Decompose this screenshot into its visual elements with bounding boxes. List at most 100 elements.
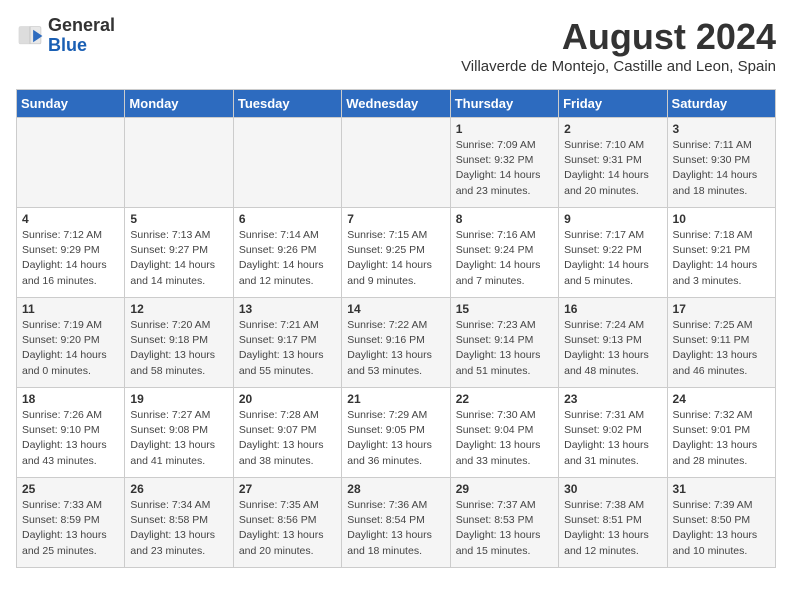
day-info: Sunrise: 7:16 AM Sunset: 9:24 PM Dayligh… — [456, 228, 553, 289]
day-number: 11 — [22, 302, 119, 316]
day-number: 15 — [456, 302, 553, 316]
day-info: Sunrise: 7:37 AM Sunset: 8:53 PM Dayligh… — [456, 498, 553, 559]
day-info: Sunrise: 7:28 AM Sunset: 9:07 PM Dayligh… — [239, 408, 336, 469]
day-info: Sunrise: 7:19 AM Sunset: 9:20 PM Dayligh… — [22, 318, 119, 379]
day-number: 16 — [564, 302, 661, 316]
calendar-cell — [125, 118, 233, 208]
day-number: 24 — [673, 392, 770, 406]
calendar-cell: 4Sunrise: 7:12 AM Sunset: 9:29 PM Daylig… — [17, 208, 125, 298]
day-info: Sunrise: 7:25 AM Sunset: 9:11 PM Dayligh… — [673, 318, 770, 379]
calendar-cell — [17, 118, 125, 208]
day-number: 28 — [347, 482, 444, 496]
days-of-week-row: SundayMondayTuesdayWednesdayThursdayFrid… — [17, 90, 776, 118]
calendar-cell: 3 Sunrise: 7:11 AM Sunset: 9:30 PM Daylig… — [667, 118, 775, 208]
calendar-cell: 19 Sunrise: 7:27 AM Sunset: 9:08 PM Dayli… — [125, 388, 233, 478]
day-number: 10 — [673, 212, 770, 226]
week-row-4: 18 Sunrise: 7:26 AM Sunset: 9:10 PM Dayli… — [17, 388, 776, 478]
day-number: 12 — [130, 302, 227, 316]
day-number: 21 — [347, 392, 444, 406]
day-info: Sunrise: 7:23 AM Sunset: 9:14 PM Dayligh… — [456, 318, 553, 379]
page-header: General Blue August 2024 Villaverde de M… — [16, 16, 776, 85]
day-info: Sunrise: 7:34 AM Sunset: 8:58 PM Dayligh… — [130, 498, 227, 559]
day-info: Sunrise: 7:11 AM Sunset: 9:30 PM Dayligh… — [673, 138, 770, 199]
day-number: 13 — [239, 302, 336, 316]
day-header-monday: Monday — [125, 90, 233, 118]
day-info: Sunrise: 7:36 AM Sunset: 8:54 PM Dayligh… — [347, 498, 444, 559]
logo-text: General Blue — [48, 16, 115, 56]
logo-blue: Blue — [48, 35, 87, 55]
day-number: 2 — [564, 122, 661, 136]
day-info: Sunrise: 7:22 AM Sunset: 9:16 PM Dayligh… — [347, 318, 444, 379]
day-number: 26 — [130, 482, 227, 496]
day-number: 19 — [130, 392, 227, 406]
day-info: Sunrise: 7:24 AM Sunset: 9:13 PM Dayligh… — [564, 318, 661, 379]
day-info: Sunrise: 7:38 AM Sunset: 8:51 PM Dayligh… — [564, 498, 661, 559]
day-info: Sunrise: 7:26 AM Sunset: 9:10 PM Dayligh… — [22, 408, 119, 469]
calendar-cell: 22 Sunrise: 7:30 AM Sunset: 9:04 PM Dayli… — [450, 388, 558, 478]
month-title: August 2024 — [461, 16, 776, 58]
calendar-cell: 12Sunrise: 7:20 AM Sunset: 9:18 PM Dayli… — [125, 298, 233, 388]
calendar-cell: 13 Sunrise: 7:21 AM Sunset: 9:17 PM Dayli… — [233, 298, 341, 388]
day-info: Sunrise: 7:27 AM Sunset: 9:08 PM Dayligh… — [130, 408, 227, 469]
calendar-cell: 2 Sunrise: 7:10 AM Sunset: 9:31 PM Daylig… — [559, 118, 667, 208]
calendar-cell: 6Sunrise: 7:14 AM Sunset: 9:26 PM Daylig… — [233, 208, 341, 298]
calendar-cell: 18 Sunrise: 7:26 AM Sunset: 9:10 PM Dayli… — [17, 388, 125, 478]
general-blue-logo-icon — [16, 22, 44, 50]
day-header-sunday: Sunday — [17, 90, 125, 118]
calendar-cell — [342, 118, 450, 208]
day-number: 1 — [456, 122, 553, 136]
week-row-3: 11 Sunrise: 7:19 AM Sunset: 9:20 PM Dayli… — [17, 298, 776, 388]
day-number: 6 — [239, 212, 336, 226]
calendar-cell: 9Sunrise: 7:17 AM Sunset: 9:22 PM Daylig… — [559, 208, 667, 298]
day-number: 30 — [564, 482, 661, 496]
day-info: Sunrise: 7:21 AM Sunset: 9:17 PM Dayligh… — [239, 318, 336, 379]
location-subtitle: Villaverde de Montejo, Castille and Leon… — [461, 58, 776, 75]
calendar-cell: 16 Sunrise: 7:24 AM Sunset: 9:13 PM Dayli… — [559, 298, 667, 388]
day-header-wednesday: Wednesday — [342, 90, 450, 118]
day-number: 17 — [673, 302, 770, 316]
logo: General Blue — [16, 16, 115, 56]
day-info: Sunrise: 7:13 AM Sunset: 9:27 PM Dayligh… — [130, 228, 227, 289]
calendar-cell: 10Sunrise: 7:18 AM Sunset: 9:21 PM Dayli… — [667, 208, 775, 298]
calendar-cell: 30 Sunrise: 7:38 AM Sunset: 8:51 PM Dayli… — [559, 478, 667, 568]
day-info: Sunrise: 7:10 AM Sunset: 9:31 PM Dayligh… — [564, 138, 661, 199]
calendar-cell: 24Sunrise: 7:32 AM Sunset: 9:01 PM Dayli… — [667, 388, 775, 478]
calendar-cell: 14 Sunrise: 7:22 AM Sunset: 9:16 PM Dayli… — [342, 298, 450, 388]
week-row-2: 4Sunrise: 7:12 AM Sunset: 9:29 PM Daylig… — [17, 208, 776, 298]
calendar-cell: 29Sunrise: 7:37 AM Sunset: 8:53 PM Dayli… — [450, 478, 558, 568]
calendar-cell: 17 Sunrise: 7:25 AM Sunset: 9:11 PM Dayli… — [667, 298, 775, 388]
calendar-cell: 11 Sunrise: 7:19 AM Sunset: 9:20 PM Dayli… — [17, 298, 125, 388]
day-number: 18 — [22, 392, 119, 406]
day-info: Sunrise: 7:35 AM Sunset: 8:56 PM Dayligh… — [239, 498, 336, 559]
week-row-1: 1 Sunrise: 7:09 AM Sunset: 9:32 PM Daylig… — [17, 118, 776, 208]
day-number: 23 — [564, 392, 661, 406]
day-info: Sunrise: 7:17 AM Sunset: 9:22 PM Dayligh… — [564, 228, 661, 289]
day-header-tuesday: Tuesday — [233, 90, 341, 118]
day-info: Sunrise: 7:33 AM Sunset: 8:59 PM Dayligh… — [22, 498, 119, 559]
day-number: 14 — [347, 302, 444, 316]
calendar-cell: 27 Sunrise: 7:35 AM Sunset: 8:56 PM Dayli… — [233, 478, 341, 568]
day-number: 20 — [239, 392, 336, 406]
day-info: Sunrise: 7:31 AM Sunset: 9:02 PM Dayligh… — [564, 408, 661, 469]
calendar-header: SundayMondayTuesdayWednesdayThursdayFrid… — [17, 90, 776, 118]
calendar-cell: 28 Sunrise: 7:36 AM Sunset: 8:54 PM Dayli… — [342, 478, 450, 568]
calendar-cell: 31Sunrise: 7:39 AM Sunset: 8:50 PM Dayli… — [667, 478, 775, 568]
day-info: Sunrise: 7:09 AM Sunset: 9:32 PM Dayligh… — [456, 138, 553, 199]
calendar-cell: 7Sunrise: 7:15 AM Sunset: 9:25 PM Daylig… — [342, 208, 450, 298]
calendar-body: 1 Sunrise: 7:09 AM Sunset: 9:32 PM Daylig… — [17, 118, 776, 568]
day-number: 5 — [130, 212, 227, 226]
day-header-friday: Friday — [559, 90, 667, 118]
day-number: 3 — [673, 122, 770, 136]
calendar-cell: 5 Sunrise: 7:13 AM Sunset: 9:27 PM Daylig… — [125, 208, 233, 298]
calendar-cell: 1 Sunrise: 7:09 AM Sunset: 9:32 PM Daylig… — [450, 118, 558, 208]
day-number: 7 — [347, 212, 444, 226]
calendar-cell: 20 Sunrise: 7:28 AM Sunset: 9:07 PM Dayli… — [233, 388, 341, 478]
day-info: Sunrise: 7:30 AM Sunset: 9:04 PM Dayligh… — [456, 408, 553, 469]
calendar-cell: 15 Sunrise: 7:23 AM Sunset: 9:14 PM Dayli… — [450, 298, 558, 388]
day-number: 27 — [239, 482, 336, 496]
day-number: 22 — [456, 392, 553, 406]
day-header-thursday: Thursday — [450, 90, 558, 118]
day-header-saturday: Saturday — [667, 90, 775, 118]
calendar-cell: 8Sunrise: 7:16 AM Sunset: 9:24 PM Daylig… — [450, 208, 558, 298]
week-row-5: 25Sunrise: 7:33 AM Sunset: 8:59 PM Dayli… — [17, 478, 776, 568]
